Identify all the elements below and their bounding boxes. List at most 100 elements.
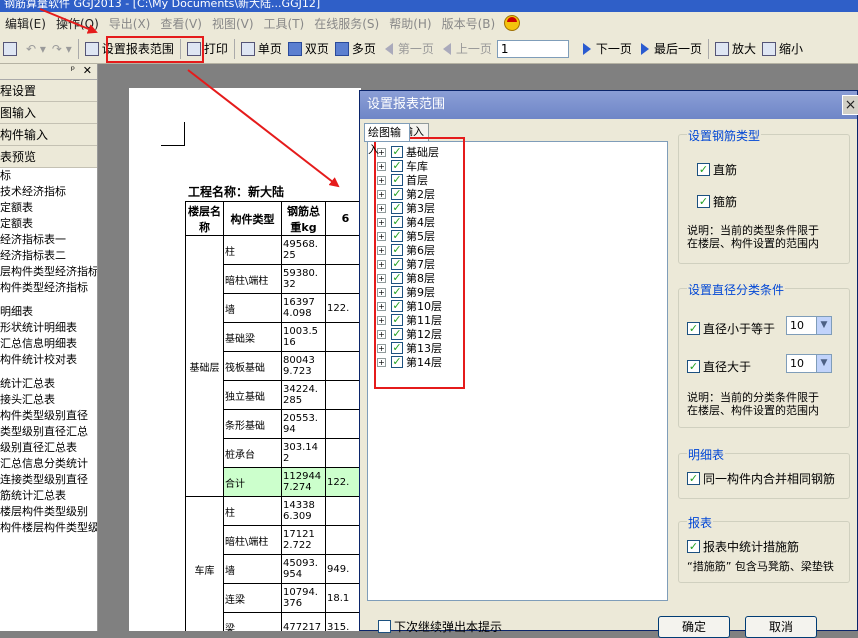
diameter-note-line1: 说明：当前的分类条件限于 <box>687 391 819 404</box>
stirrup-option[interactable]: ✓ 箍筋 <box>697 193 737 210</box>
dialog-close-button[interactable]: × <box>842 95 858 115</box>
dialog-title-bar: 设置报表范围 × <box>360 91 858 119</box>
sidebar-report-item[interactable]: 定额表 <box>0 216 97 232</box>
redo-button[interactable]: ↷ ▾ <box>49 38 75 60</box>
sidebar-report-item[interactable]: 连接类型级别直径 <box>0 472 97 488</box>
measure-bars-label: 报表中统计措施筋 <box>703 540 800 554</box>
sidebar-report-item[interactable]: 标 <box>0 168 97 184</box>
sidebar-section-component-input[interactable]: 构件输入 <box>0 124 97 146</box>
helmet-face-icon[interactable] <box>504 15 521 31</box>
sidebar-report-item[interactable]: 定额表 <box>0 200 97 216</box>
stirrup-checkbox[interactable]: ✓ <box>697 195 710 208</box>
report-group: 报表 ✓ 报表中统计措施筋 “措施筋” 包含马凳筋、梁垫铁 <box>678 514 850 583</box>
col6-cell: 122. <box>325 293 361 323</box>
sidebar-report-item[interactable]: 楼层构件类型级别 <box>0 504 97 520</box>
report-table: 楼层名称 构件类型 钢筋总重kg 6 基础层柱 49568.25 暗柱\端柱 5938… <box>185 201 361 631</box>
chevron-down-icon[interactable]: ▼ <box>816 317 831 334</box>
measure-bars-option[interactable]: ✓ 报表中统计措施筋 <box>687 538 799 555</box>
diameter-gt-option[interactable]: ✓ 直径大于 <box>687 358 751 375</box>
sidebar-report-item[interactable]: 明细表 <box>0 304 97 320</box>
sidebar-report-item[interactable]: 经济指标表二 <box>0 248 97 264</box>
header-floor: 楼层名称 <box>185 201 224 236</box>
sidebar-report-item[interactable]: 级别直径汇总表 <box>0 440 97 456</box>
diameter-gt-select[interactable]: 10 ▼ <box>786 354 832 373</box>
sidebar-report-item[interactable]: 汇总信息明细表 <box>0 336 97 352</box>
close-icon[interactable]: ✕ <box>83 64 92 77</box>
menu-window[interactable]: 视图(V) <box>207 15 259 32</box>
straight-bar-option[interactable]: ✓ 直筋 <box>697 161 737 178</box>
menu-operate[interactable]: 操作(O) <box>51 15 104 32</box>
sidebar-section-report-preview[interactable]: 表预览 <box>0 146 97 168</box>
sidebar-report-item[interactable]: 类型级别直径汇总 <box>0 424 97 440</box>
menu-online-service[interactable]: 在线服务(S) <box>309 15 384 32</box>
sidebar-report-item[interactable]: 层构件类型经济指标 <box>0 264 97 280</box>
multi-page-button[interactable]: 多页 <box>332 38 379 60</box>
zoom-in-button[interactable]: 放大 <box>712 38 759 60</box>
diameter-le-option[interactable]: ✓ 直径小于等于 <box>687 320 775 337</box>
prev-page-button[interactable]: 上一页 <box>437 38 495 60</box>
menu-tools[interactable]: 工具(T) <box>259 15 310 32</box>
diameter-le-checkbox[interactable]: ✓ <box>687 322 700 335</box>
measure-bars-checkbox[interactable]: ✓ <box>687 540 700 553</box>
menu-view[interactable]: 查看(V) <box>155 15 207 32</box>
total-weight-cell: 171212.722 <box>281 525 326 555</box>
print-label: 打印 <box>203 42 228 56</box>
straight-bar-checkbox[interactable]: ✓ <box>697 163 710 176</box>
last-page-button[interactable]: 最后一页 <box>635 38 705 60</box>
navigation-sidebar: ᵖ ✕ 程设置 图输入 构件输入 表预览 标技术经济指标 定额表 定额表 经济指标表一… <box>0 64 98 631</box>
total-weight-cell: 49568.25 <box>281 235 326 265</box>
sidebar-report-item[interactable]: 汇总信息分类统计 <box>0 456 97 472</box>
cancel-button[interactable]: 取消 <box>745 616 817 638</box>
toolbar-left-button[interactable] <box>0 38 23 60</box>
chevron-down-icon[interactable]: ▼ <box>816 355 831 372</box>
ok-button[interactable]: 确定 <box>658 616 730 638</box>
sidebar-section-project-settings[interactable]: 程设置 <box>0 80 97 102</box>
col6-cell: 122. <box>325 467 361 497</box>
sidebar-report-item[interactable]: 接头汇总表 <box>0 392 97 408</box>
diameter-le-value: 10 <box>790 319 804 332</box>
diameter-gt-checkbox[interactable]: ✓ <box>687 360 700 373</box>
menu-export[interactable]: 导出(X) <box>104 15 156 32</box>
sidebar-report-item[interactable]: 构件类型经济指标 <box>0 280 97 296</box>
sidebar-report-item[interactable]: 构件楼层构件类型级 <box>0 520 97 536</box>
sidebar-report-item[interactable]: 经济指标表一 <box>0 232 97 248</box>
single-page-button[interactable]: 单页 <box>238 38 285 60</box>
sidebar-report-item[interactable]: 形状统计明细表 <box>0 320 97 336</box>
page-number-input[interactable]: 1 <box>496 39 569 58</box>
next-popup-checkbox[interactable] <box>378 620 391 633</box>
pin-icon[interactable]: ᵖ <box>71 65 75 76</box>
detail-group: 明细表 ✓ 同一构件内合并相同钢筋 <box>678 446 850 499</box>
first-page-button[interactable]: 第一页 <box>379 38 437 60</box>
next-popup-label: 下次继续弹出本提示 <box>394 620 503 634</box>
next-page-button[interactable]: 下一页 <box>577 38 635 60</box>
merge-same-bars-option[interactable]: ✓ 同一构件内合并相同钢筋 <box>687 470 835 487</box>
sidebar-report-item[interactable]: 构件类型级别直径 <box>0 408 97 424</box>
undo-button[interactable]: ↶ ▾ <box>23 38 49 60</box>
sidebar-report-item[interactable]: 筋统计汇总表 <box>0 488 97 504</box>
last-page-label: 最后一页 <box>653 42 702 56</box>
menu-version[interactable]: 版本号(B) <box>437 15 501 32</box>
zoom-out-button[interactable]: 缩小 <box>759 38 806 60</box>
component-type-cell: 独立基础 <box>223 380 282 410</box>
sidebar-report-item[interactable]: 统计汇总表 <box>0 376 97 392</box>
diameter-le-select[interactable]: 10 ▼ <box>786 316 832 335</box>
menu-edit[interactable]: 编辑(E) <box>0 15 51 32</box>
next-popup-option[interactable]: 下次继续弹出本提示 <box>378 618 502 635</box>
multi-page-label: 多页 <box>351 42 376 56</box>
sidebar-report-item[interactable]: 构件统计校对表 <box>0 352 97 368</box>
sidebar-section-drawing-input[interactable]: 图输入 <box>0 102 97 124</box>
crop-mark <box>161 122 185 146</box>
col6-cell <box>325 351 361 381</box>
double-page-button[interactable]: 双页 <box>285 38 332 60</box>
merge-same-bars-checkbox[interactable]: ✓ <box>687 472 700 485</box>
col6-cell: 949. <box>325 554 361 584</box>
menu-help[interactable]: 帮助(H) <box>384 15 436 32</box>
last-page-icon <box>640 42 649 55</box>
prev-page-label: 上一页 <box>455 42 492 56</box>
col6-cell <box>325 409 361 439</box>
stirrup-label: 箍筋 <box>713 195 738 209</box>
next-page-label: 下一页 <box>595 42 632 56</box>
col6-cell <box>325 525 361 555</box>
tab-drawing-input[interactable]: 绘图输入 <box>364 123 410 156</box>
sidebar-report-item[interactable]: 技术经济指标 <box>0 184 97 200</box>
